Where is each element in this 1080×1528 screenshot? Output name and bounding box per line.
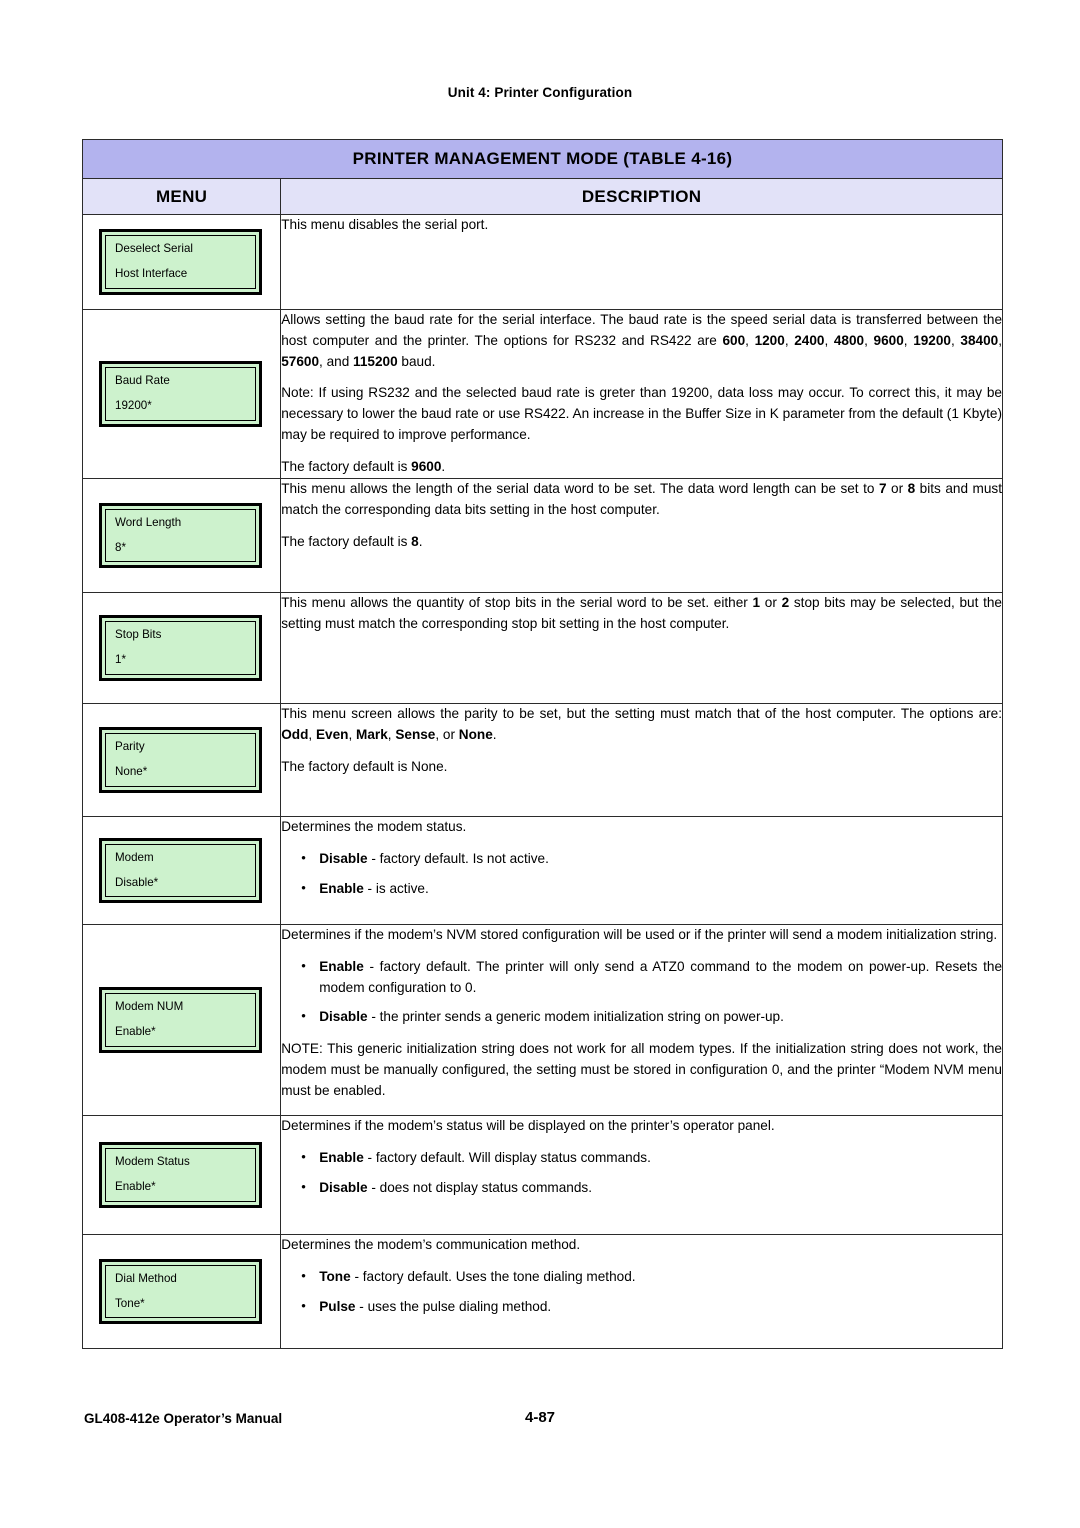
list-item: Disable - the printer sends a generic mo…: [299, 1006, 1002, 1028]
description-cell: This menu allows the length of the seria…: [280, 478, 1003, 593]
table-row: Dial Method Tone* Determines the modem’s…: [81, 1234, 1003, 1349]
option-list: Enable - factory default. The printer wi…: [281, 956, 1002, 1028]
list-item: Enable - factory default. Will display s…: [299, 1147, 1002, 1169]
description-cell: Determines the modem status. Disable - f…: [280, 816, 1003, 925]
description-cell: Determines if the modem’s status will be…: [280, 1115, 1003, 1235]
description-cell: Allows setting the baud rate for the ser…: [280, 309, 1003, 479]
lcd-line-2: 8*: [115, 540, 126, 554]
lcd-menu-box: Stop Bits 1*: [99, 615, 262, 681]
description-paragraph: The factory default is 9600.: [281, 458, 446, 474]
lcd-menu-box: Baud Rate 19200*: [99, 361, 262, 427]
menu-cell: Stop Bits 1*: [81, 592, 282, 704]
description-paragraph: Determines if the modem’s NVM stored con…: [281, 927, 998, 942]
description-note: NOTE: This generic initialization string…: [281, 1041, 1002, 1098]
description-paragraph: The factory default is None.: [281, 758, 448, 774]
description-paragraph: The factory default is 8.: [281, 533, 423, 549]
menu-cell: Dial Method Tone*: [81, 1234, 282, 1349]
lcd-line-1: Modem Status: [115, 1155, 190, 1169]
printer-management-mode-table: PRINTER MANAGEMENT MODE (TABLE 4-16) MEN…: [81, 139, 1003, 1349]
list-item: Tone - factory default. Uses the tone di…: [299, 1266, 1002, 1288]
option-list: Tone - factory default. Uses the tone di…: [281, 1266, 1002, 1318]
document-page: Unit 4: Printer Configuration PRINTER MA…: [0, 0, 1080, 1528]
description-cell: Determines if the modem’s NVM stored con…: [280, 924, 1003, 1116]
description-paragraph: Determines if the modem’s status will be…: [281, 1118, 775, 1133]
table-title: PRINTER MANAGEMENT MODE (TABLE 4-16): [82, 139, 1003, 179]
lcd-line-1: Deselect Serial: [115, 242, 193, 256]
description-cell: Determines the modem’s communication met…: [280, 1234, 1003, 1349]
lcd-line-2: Tone*: [115, 1296, 145, 1310]
list-item: Pulse - uses the pulse dialing method.: [299, 1296, 1002, 1318]
lcd-line-2: 1*: [115, 653, 126, 666]
lcd-line-2: Enable*: [115, 1025, 156, 1038]
running-head: Unit 4: Printer Configuration: [447, 85, 633, 100]
description-paragraph: This menu allows the length of the seria…: [281, 481, 1002, 517]
menu-cell: Parity None*: [81, 703, 282, 817]
lcd-line-1: Modem NUM: [115, 1000, 184, 1014]
lcd-line-1: Modem: [115, 850, 154, 864]
column-header-menu: MENU: [81, 178, 282, 215]
description-paragraph: This menu screen allows the parity to be…: [281, 706, 1002, 742]
description-paragraph: Note: If using RS232 and the selected ba…: [281, 385, 1002, 442]
lcd-line-1: Dial Method: [115, 1271, 177, 1285]
option-list: Disable - factory default. Is not active…: [281, 848, 1002, 900]
table-title-row: PRINTER MANAGEMENT MODE (TABLE 4-16): [82, 139, 1003, 179]
menu-cell: Modem Status Enable*: [81, 1115, 282, 1235]
lcd-menu-box: Deselect Serial Host Interface: [99, 229, 262, 295]
lcd-line-1: Word Length: [115, 515, 182, 529]
list-item: Disable - does not display status comman…: [299, 1177, 1002, 1199]
description-paragraph: Determines the modem status.: [281, 819, 467, 834]
table-row: Parity None* This menu screen allows the…: [81, 703, 1003, 817]
description-paragraph: Allows setting the baud rate for the ser…: [281, 312, 1002, 369]
lcd-menu-box: Parity None*: [99, 727, 262, 793]
table-row: Baud Rate 19200* Allows setting the baud…: [81, 309, 1003, 479]
lcd-line-2: None*: [115, 765, 148, 778]
list-item: Enable - is active.: [299, 878, 1002, 900]
description-cell: This menu disables the serial port.: [280, 214, 1003, 310]
description-cell: This menu allows the quantity of stop bi…: [280, 592, 1003, 704]
column-header-description: DESCRIPTION: [280, 178, 1003, 215]
table-header-row: MENU DESCRIPTION: [81, 178, 1003, 215]
lcd-menu-box: Modem NUM Enable*: [99, 987, 262, 1053]
lcd-line-2: Host Interface: [115, 267, 188, 280]
description-paragraph: This menu allows the quantity of stop bi…: [281, 595, 1002, 631]
list-item: Disable - factory default. Is not active…: [299, 848, 1002, 870]
description-paragraph: Determines the modem’s communication met…: [281, 1237, 581, 1252]
lcd-menu-box: Modem Status Enable*: [99, 1142, 262, 1208]
lcd-menu-box: Word Length 8*: [99, 502, 262, 569]
table-row: Modem Disable* Determines the modem stat…: [81, 816, 1003, 925]
option-list: Enable - factory default. Will display s…: [281, 1147, 1002, 1199]
menu-cell: Modem NUM Enable*: [81, 924, 282, 1116]
description-cell: This menu screen allows the parity to be…: [280, 703, 1003, 817]
lcd-line-1: Stop Bits: [115, 628, 162, 642]
lcd-menu-box: Dial Method Tone*: [99, 1258, 262, 1325]
table-row: Modem Status Enable* Determines if the m…: [81, 1115, 1003, 1235]
table-row: Word Length 8* This menu allows the leng…: [81, 478, 1003, 593]
lcd-line-2: Disable*: [115, 875, 159, 889]
menu-cell: Deselect Serial Host Interface: [81, 214, 282, 310]
lcd-line-2: Enable*: [115, 1180, 156, 1193]
menu-cell: Baud Rate 19200*: [81, 309, 282, 479]
footer-page-number: 4-87: [524, 1409, 556, 1426]
table-row: Stop Bits 1* This menu allows the quanti…: [81, 592, 1003, 704]
lcd-line-2: 19200*: [115, 399, 152, 412]
lcd-line-1: Baud Rate: [115, 374, 170, 388]
lcd-line-1: Parity: [115, 740, 145, 754]
list-item: Enable - factory default. The printer wi…: [299, 956, 1002, 999]
table-row: Deselect Serial Host Interface This menu…: [81, 214, 1003, 310]
menu-cell: Word Length 8*: [81, 478, 282, 593]
table-row: Modem NUM Enable* Determines if the mode…: [81, 924, 1003, 1116]
lcd-menu-box: Modem Disable*: [99, 837, 262, 904]
menu-cell: Modem Disable*: [81, 816, 282, 925]
description-paragraph: This menu disables the serial port.: [281, 217, 489, 232]
